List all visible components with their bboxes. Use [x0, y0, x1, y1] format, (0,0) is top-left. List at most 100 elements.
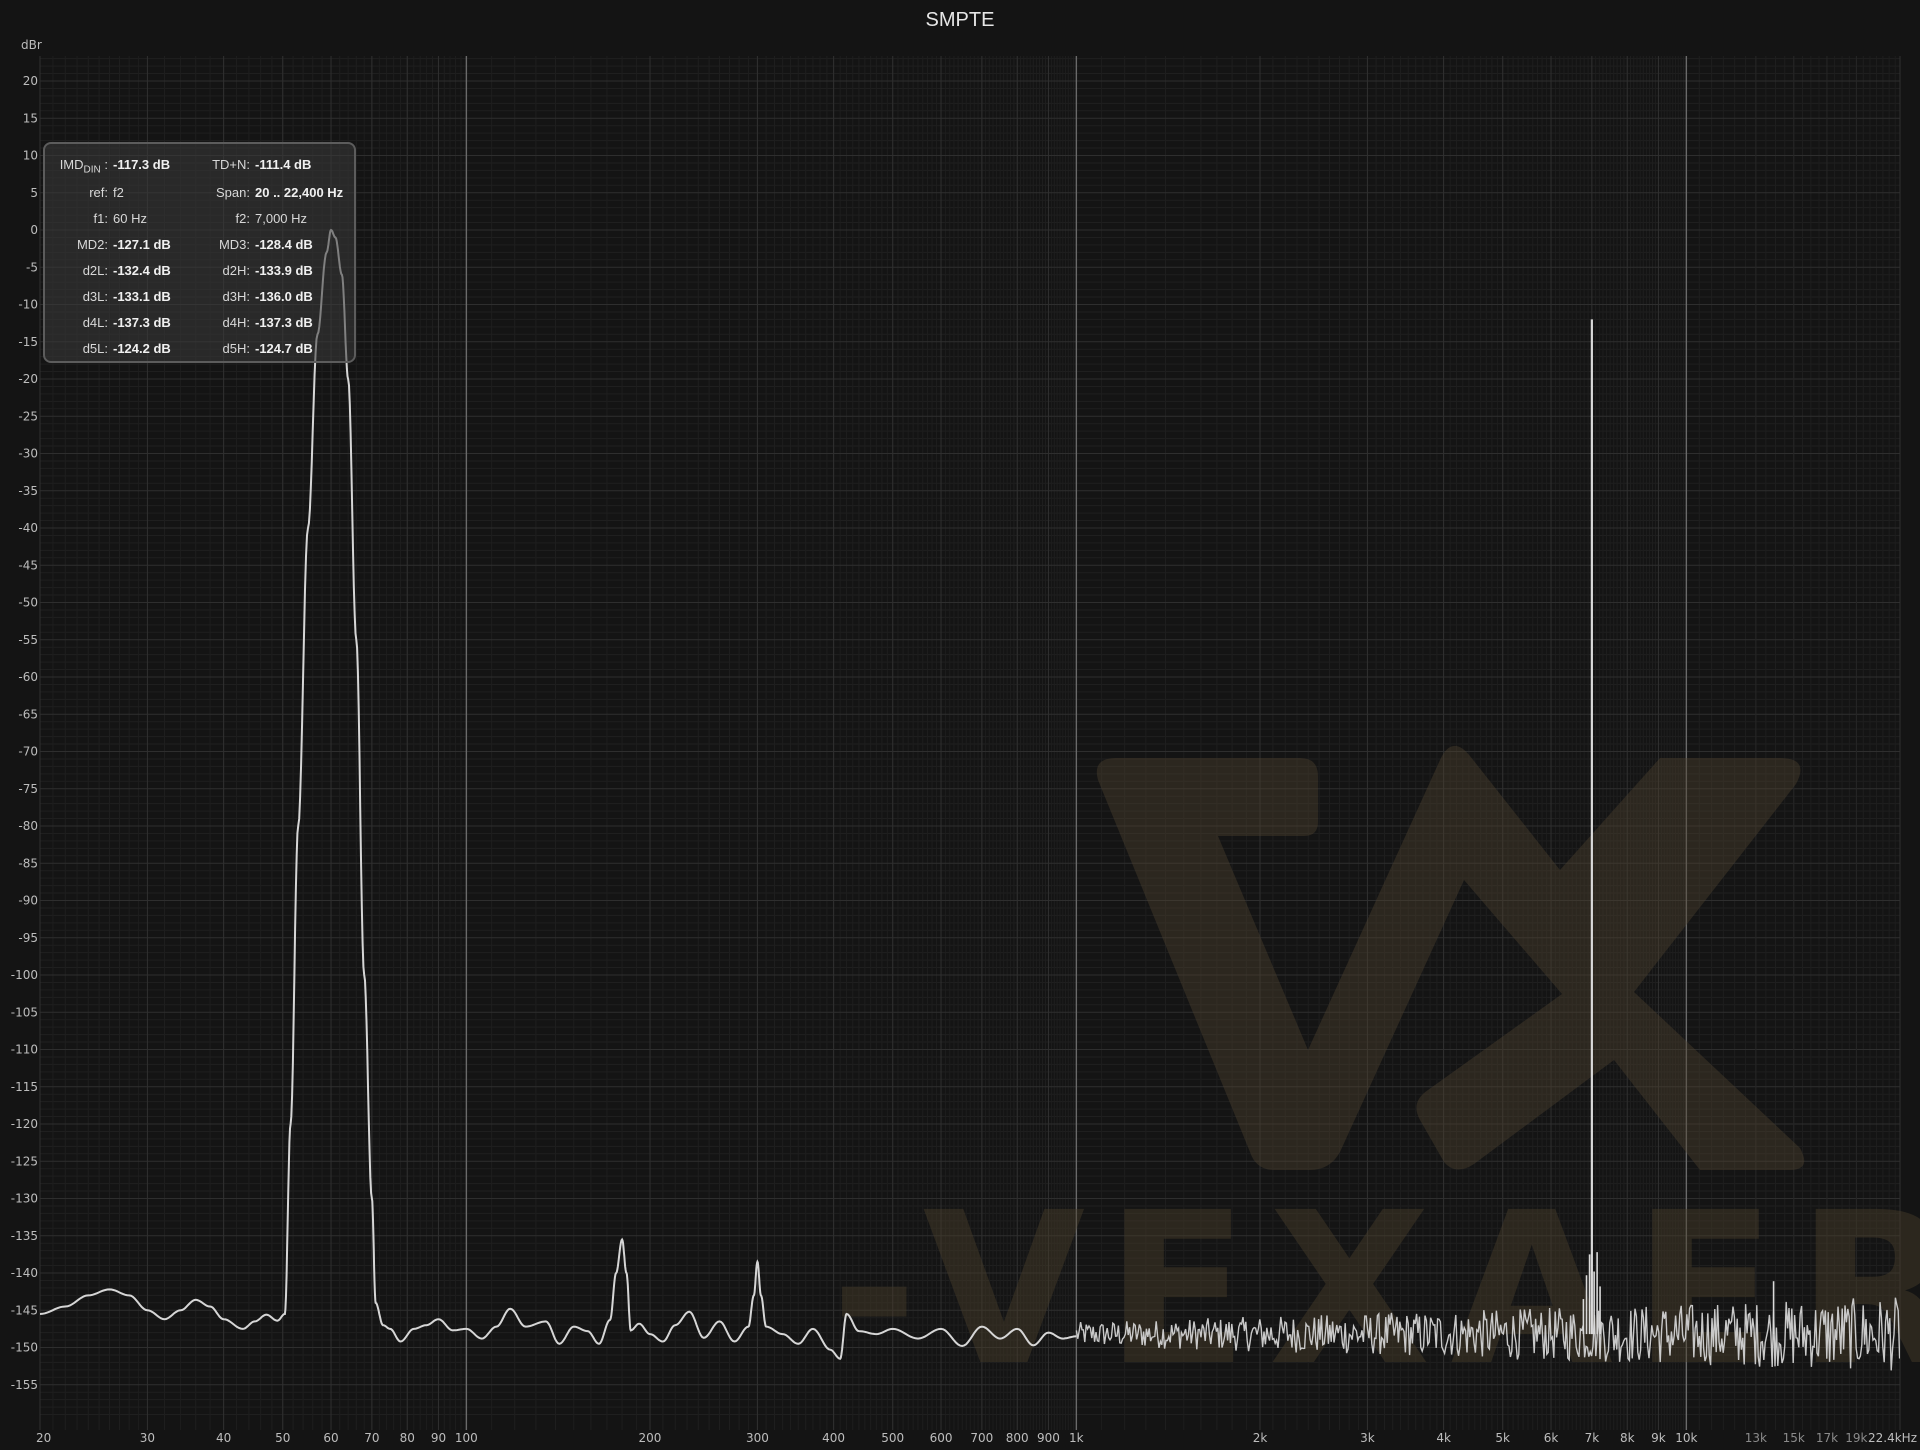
- y-tick-label: -65: [18, 707, 38, 721]
- y-tick-label: -25: [18, 409, 38, 423]
- measurement-row: d2L: -132.4 dB d2H: -133.9 dB: [45, 262, 354, 280]
- x-tick-label: 19k: [1845, 1431, 1867, 1445]
- x-tick-label: 80: [400, 1431, 415, 1445]
- measurement-label: d2H:: [222, 263, 250, 278]
- y-tick-label: -20: [18, 372, 38, 386]
- measurement-label: d3H:: [222, 289, 250, 304]
- measurement-label: d3L:: [82, 289, 108, 304]
- measurement-value: -132.4 dB: [113, 263, 171, 278]
- measurement-label: d5H:: [222, 341, 250, 356]
- y-tick-label: -60: [18, 670, 38, 684]
- x-tick-label: 4k: [1436, 1431, 1451, 1445]
- y-tick-label: -30: [18, 447, 38, 461]
- y-tick-label: -110: [11, 1043, 38, 1057]
- measurement-label: d5L:: [82, 341, 108, 356]
- y-tick-label: -40: [18, 521, 38, 535]
- measurement-value: -136.0 dB: [255, 289, 313, 304]
- measurement-value: -127.1 dB: [113, 237, 171, 252]
- measurement-label: MD2:: [76, 237, 108, 252]
- y-tick-label: -85: [18, 856, 38, 870]
- y-tick-label: -155: [11, 1378, 38, 1392]
- y-tick-label: 0: [30, 223, 38, 237]
- y-tick-label: -70: [18, 745, 38, 759]
- x-tick-label: 600: [930, 1431, 953, 1445]
- measurement-label: IMDDIN :: [60, 156, 108, 180]
- x-tick-label: 5k: [1495, 1431, 1510, 1445]
- y-tick-label: -55: [18, 633, 38, 647]
- x-tick-label: 700: [970, 1431, 993, 1445]
- measurement-value: f2: [113, 185, 124, 200]
- x-tick-label: 400: [822, 1431, 845, 1445]
- measurement-row: d3L: -133.1 dB d3H: -136.0 dB: [45, 288, 354, 306]
- x-tick-label: 10k: [1675, 1431, 1697, 1445]
- x-tick-label: 30: [140, 1431, 155, 1445]
- measurement-label: ref:: [89, 185, 108, 200]
- imd-label-main: IMD: [59, 157, 84, 172]
- y-tick-label: -130: [11, 1192, 38, 1206]
- measurement-value: 60 Hz: [113, 211, 147, 226]
- measurement-label: MD3:: [218, 237, 250, 252]
- measurement-row: d4L: -137.3 dB d4H: -137.3 dB: [45, 314, 354, 332]
- y-tick-label: -95: [18, 931, 38, 945]
- y-tick-label: -80: [18, 819, 38, 833]
- y-tick-label: -105: [11, 1005, 38, 1019]
- x-tick-label: 20: [36, 1431, 51, 1445]
- y-tick-label: 20: [23, 74, 38, 88]
- x-tick-label: 800: [1006, 1431, 1029, 1445]
- measurement-value: 7,000 Hz: [255, 211, 308, 226]
- x-tick-label: 13k: [1745, 1431, 1767, 1445]
- y-tick-label: -125: [11, 1154, 38, 1168]
- x-tick-label: 9k: [1651, 1431, 1666, 1445]
- x-tick-label: 60: [323, 1431, 338, 1445]
- x-tick-label: 7k: [1585, 1431, 1600, 1445]
- y-tick-label: -140: [11, 1266, 38, 1280]
- y-tick-label: 10: [23, 149, 38, 163]
- measurement-row: ref: f2 Span: 20 .. 22,400 Hz: [45, 184, 354, 202]
- measurement-label: Span:: [216, 185, 250, 200]
- y-tick-label: -5: [26, 260, 38, 274]
- y-tick-label: -135: [11, 1229, 38, 1243]
- x-tick-label: 2k: [1253, 1431, 1268, 1445]
- measurement-row: MD2: -127.1 dB MD3: -128.4 dB: [45, 236, 354, 254]
- y-tick-label: 5: [30, 186, 38, 200]
- x-tick-label: 8k: [1620, 1431, 1635, 1445]
- measurement-label: TD+N:: [212, 157, 250, 172]
- measurement-label: f1:: [93, 211, 108, 226]
- measurement-row: d5L: -124.2 dB d5H: -124.7 dB: [45, 340, 354, 358]
- x-tick-label: 50: [275, 1431, 290, 1445]
- measurement-value: -124.2 dB: [113, 341, 171, 356]
- x-tick-label: 17k: [1816, 1431, 1838, 1445]
- measurement-row: f1: 60 Hz f2: 7,000 Hz: [45, 210, 354, 228]
- x-tick-label: 40: [216, 1431, 231, 1445]
- y-tick-label: -100: [11, 968, 38, 982]
- y-tick-label: -75: [18, 782, 38, 796]
- y-tick-label: -50: [18, 596, 38, 610]
- measurement-value: -137.3 dB: [255, 315, 313, 330]
- imd-label-subscript: DIN: [83, 164, 101, 176]
- imd-label-colon: :: [100, 157, 108, 172]
- x-tick-label: 500: [881, 1431, 904, 1445]
- chart-title: SMPTE: [926, 9, 995, 31]
- measurement-value: -117.3 dB: [113, 157, 171, 172]
- y-tick-label: -145: [11, 1303, 38, 1317]
- measurement-label: f2:: [235, 211, 250, 226]
- watermark-text: -VEXAER-: [831, 1167, 1920, 1412]
- analyzer-window: -VEXAER- 20151050-5-10-15-20-25-30-35-40…: [0, 0, 1920, 1450]
- x-tick-label: 100: [455, 1431, 478, 1445]
- x-tick-label: 300: [746, 1431, 769, 1445]
- x-tick-label: 90: [431, 1431, 446, 1445]
- y-tick-label: -120: [11, 1117, 38, 1131]
- x-tick-label: 900: [1037, 1431, 1060, 1445]
- x-tick-label: 6k: [1544, 1431, 1559, 1445]
- x-tick-label: 3k: [1360, 1431, 1375, 1445]
- measurement-value: -111.4 dB: [255, 157, 312, 172]
- y-tick-label: -115: [11, 1080, 38, 1094]
- y-tick-label: -90: [18, 894, 38, 908]
- measurement-panel: IMDDIN : -117.3 dB TD+N: -111.4 dB ref: f2 Spa…: [43, 142, 356, 363]
- y-tick-label: 15: [23, 111, 38, 125]
- y-tick-label: -15: [18, 335, 38, 349]
- x-tick-label: 200: [639, 1431, 662, 1445]
- x-tick-label: 1k: [1069, 1431, 1084, 1445]
- y-tick-label: -35: [18, 484, 38, 498]
- x-tick-label: 22.4kHz: [1868, 1431, 1917, 1445]
